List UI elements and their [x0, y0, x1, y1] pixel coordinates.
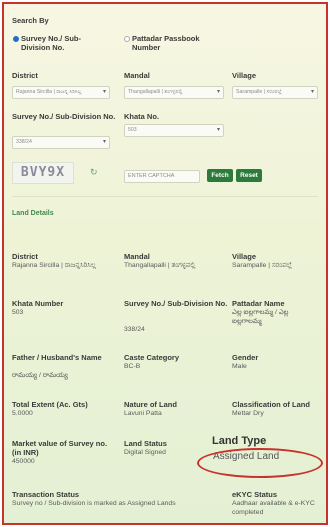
- district-select-value: Rajanna Sircilla | ರಾಜನ್ನ ಸಿರಿಸಿಲ್ಲ: [16, 89, 82, 95]
- mandal-label: Mandal: [124, 71, 150, 80]
- land-type-label: Land Type: [212, 435, 267, 447]
- khata-detail-label: Khata Number: [12, 299, 64, 308]
- classification-detail-label: Classification of Land: [232, 400, 310, 409]
- district-detail-label: District: [12, 252, 38, 261]
- father-detail-value: రామయ్య / రామయ్య: [12, 372, 68, 379]
- gender-detail-label: Gender: [232, 353, 259, 362]
- ekyc-status-value: Aadhaar available & e-KYC completed: [232, 500, 315, 516]
- chevron-down-icon: ▾: [310, 89, 314, 95]
- pattadar-detail-label: Pattadar Name: [232, 299, 285, 308]
- mandal-detail-value: Thangallapalli | ತಂಗಳ್ಳಪಲ್ಲಿ: [124, 262, 196, 269]
- khata-no-select[interactable]: 503 ▾: [124, 124, 224, 137]
- captcha-image: BVY9X: [12, 162, 74, 184]
- caste-detail-label: Caste Category: [124, 353, 180, 362]
- extent-detail-value: 5.0000: [12, 410, 33, 417]
- survey-radio-label: Survey No./ Sub-Division No.: [21, 34, 82, 52]
- land-record-panel: Search By Survey No./ Sub-Division No. P…: [2, 2, 328, 525]
- ekyc-status-label: eKYC Status: [232, 490, 278, 499]
- reset-button[interactable]: Reset: [236, 169, 262, 182]
- fetch-button[interactable]: Fetch: [207, 169, 233, 182]
- village-select-value: Sarampalle | ಸರಂಪಲ್ಲೆ: [236, 89, 282, 95]
- chevron-down-icon: ▾: [102, 89, 106, 95]
- captcha-input[interactable]: ENTER CAPTCHA: [124, 170, 200, 183]
- market-value-label: Market value of Survey no.(in INR): [12, 439, 108, 457]
- survey-no-select-value: 338/24: [16, 139, 32, 145]
- mandal-detail-label: Mandal: [124, 252, 150, 261]
- village-detail-label: Village: [232, 252, 257, 261]
- khata-detail-value: 503: [12, 309, 24, 316]
- search-by-heading: Search By: [12, 16, 49, 25]
- village-detail-value: Sarampalle | ಸರಂಪಲ್ಲೆ: [232, 262, 292, 269]
- pattadar-radio-label: Pattadar Passbook Number: [132, 34, 200, 52]
- nature-detail-value: Lavuni Patta: [124, 410, 162, 417]
- khata-no-select-value: 503: [128, 127, 137, 133]
- survey-no-label: Survey No./ Sub-Division No.: [12, 112, 116, 121]
- village-select[interactable]: Sarampalle | ಸರಂಪಲ್ಲೆ ▾: [232, 86, 318, 99]
- land-status-value: Digital Signed: [124, 449, 166, 456]
- caste-detail-value: BC-B: [124, 363, 141, 370]
- land-status-label: Land Status: [124, 439, 167, 448]
- father-detail-label: Father / Husband's Name: [12, 353, 102, 362]
- district-label: District: [12, 71, 38, 80]
- village-label: Village: [232, 71, 257, 80]
- land-type-highlight-circle: [197, 448, 323, 478]
- market-value-value: 450000: [12, 458, 35, 465]
- transaction-status-value: Survey no / Sub-division is marked as As…: [12, 500, 176, 507]
- section-divider: [12, 196, 318, 197]
- district-select[interactable]: Rajanna Sircilla | ರಾಜನ್ನ ಸಿರಿಸಿಲ್ಲ ▾: [12, 86, 110, 99]
- pattadar-radio[interactable]: [124, 36, 130, 42]
- nature-detail-label: Nature of Land: [124, 400, 177, 409]
- classification-detail-value: Mettar Dry: [232, 410, 264, 417]
- land-details-heading: Land Details: [12, 210, 54, 217]
- extent-detail-label: Total Extent (Ac. Gts): [12, 400, 88, 409]
- mandal-select-value: Thangallapalli | ತಂಗಳ್ಳಪಲ್ಲಿ: [128, 89, 183, 95]
- refresh-icon[interactable]: ↻: [90, 167, 98, 178]
- survey-detail-value: 338/24: [124, 326, 145, 333]
- chevron-down-icon: ▾: [102, 139, 106, 145]
- chevron-down-icon: ▾: [216, 89, 220, 95]
- survey-detail-label: Survey No./ Sub-Division No.: [124, 299, 228, 308]
- survey-radio[interactable]: [13, 36, 19, 42]
- pattadar-detail-value: ఎల్ల ఐల్లగాలమ్మ / ఎల్ల ఐల్లగాలమ్మ: [232, 309, 289, 325]
- mandal-select[interactable]: Thangallapalli | ತಂಗಳ್ಳಪಲ್ಲಿ ▾: [124, 86, 224, 99]
- survey-no-select[interactable]: 338/24 ▾: [12, 136, 110, 149]
- captcha-placeholder: ENTER CAPTCHA: [128, 173, 175, 179]
- district-detail-value: Rajanna Sircilla | ರಾಜನ್ನಸಿರಿಸಿಲ್ಲ: [12, 262, 97, 269]
- gender-detail-value: Male: [232, 363, 247, 370]
- chevron-down-icon: ▾: [216, 127, 220, 133]
- transaction-status-label: Transaction Status: [12, 490, 80, 499]
- khata-no-label: Khata No.: [124, 112, 160, 121]
